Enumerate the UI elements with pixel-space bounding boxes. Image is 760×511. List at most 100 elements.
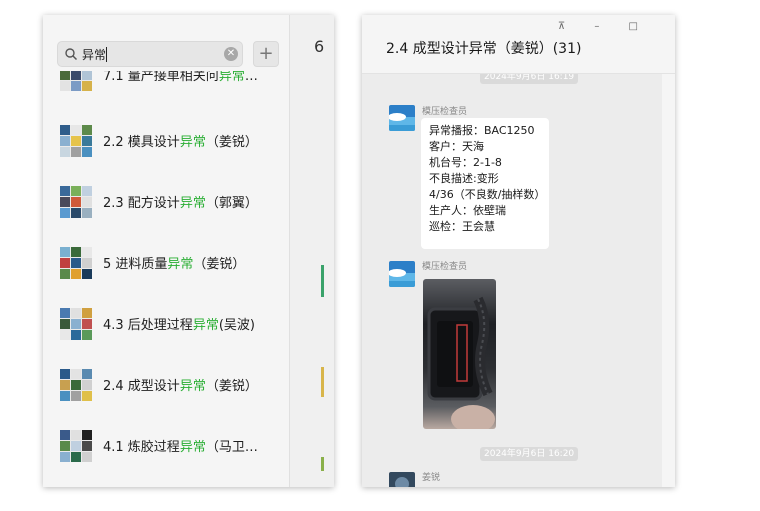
message-line: 4/36（不良数/抽样数） — [429, 188, 546, 201]
message-line: 机台号：2-1-8 — [429, 156, 502, 169]
message-line: 客户：天海 — [429, 140, 484, 153]
avatar-tile — [82, 269, 92, 279]
avatar-tile — [60, 269, 70, 279]
search-result-item[interactable]: 2.4 成型设计异常（姜锐） — [43, 355, 289, 415]
result-title: 2.4 成型设计异常（姜锐） — [103, 375, 279, 395]
search-input[interactable] — [82, 45, 212, 63]
window-controls[interactable]: ⊼ – □ — [558, 21, 651, 32]
title-text: 4.1 炼胶过程 — [103, 440, 180, 455]
group-avatar — [60, 247, 92, 279]
search-icon — [65, 48, 78, 61]
avatar-tile — [60, 258, 70, 268]
sender-avatar[interactable] — [389, 261, 415, 287]
group-avatar — [60, 369, 92, 401]
search-result-item[interactable]: 4.3 后处理过程异常(吴波) — [43, 294, 289, 354]
sender-avatar[interactable] — [389, 105, 415, 131]
avatar-tile — [82, 369, 92, 379]
avatar-image — [389, 472, 415, 487]
highlighted-match: 异常 — [218, 71, 245, 84]
avatar-tile — [71, 452, 81, 462]
avatar-tile — [71, 430, 81, 440]
search-result-item[interactable]: 7.1 量产接单相关问异常… — [43, 71, 289, 105]
title-text: （姜锐） — [205, 379, 258, 394]
message-bubble[interactable]: 异常播报：BAC1250 客户：天海 机台号：2-1-8 不良描述:变形 4/3… — [421, 118, 549, 249]
avatar-tile — [60, 330, 70, 340]
avatar-tile — [82, 247, 92, 257]
chat-title: 2.4 成型设计异常（姜锐）(31) — [386, 41, 582, 57]
avatar-tile — [82, 81, 92, 91]
avatar-tile — [82, 186, 92, 196]
title-text: （姜锐） — [193, 257, 246, 272]
avatar-tile — [60, 452, 70, 462]
search-result-item[interactable]: 2.2 模具设计异常（姜锐） — [43, 111, 289, 171]
message-line: 巡检：王会慧 — [429, 220, 495, 233]
avatar-tile — [60, 186, 70, 196]
avatar-tile — [60, 441, 70, 451]
avatar-tile — [82, 330, 92, 340]
title-text: … — [244, 71, 258, 84]
highlighted-match: 异常 — [179, 196, 206, 211]
avatar-tile — [60, 71, 70, 80]
highlighted-match: 异常 — [179, 135, 206, 150]
avatar-tile — [71, 71, 81, 80]
avatar-tile — [60, 208, 70, 218]
text-caret — [106, 47, 107, 62]
search-result-item[interactable]: 5 进料质量异常（姜锐） — [43, 233, 289, 293]
scrollbar[interactable] — [662, 74, 675, 487]
message-image[interactable] — [423, 279, 496, 429]
avatar-tile — [71, 330, 81, 340]
message-line: 不良描述:变形 — [429, 172, 499, 185]
sender-name: 姜锐 — [422, 473, 441, 483]
group-avatar — [60, 186, 92, 218]
avatar-image — [389, 105, 415, 131]
title-text: 2.3 配方设计 — [103, 196, 180, 211]
avatar-tile — [82, 147, 92, 157]
highlighted-match: 异常 — [179, 379, 206, 394]
search-window: ✕ + 7.1 量产接单相关问异常…2.2 模具设计异常（姜锐）2.3 配方设计… — [43, 15, 334, 487]
highlighted-match: 异常 — [167, 257, 194, 272]
message-line: 生产人：依壁瑞 — [429, 204, 506, 217]
sender-name: 模压检查员 — [422, 107, 468, 117]
search-result-item[interactable]: 2.3 配方设计异常（郭翼） — [43, 172, 289, 232]
clear-search-icon[interactable]: ✕ — [224, 47, 238, 61]
avatar-tile — [82, 308, 92, 318]
add-button[interactable]: + — [253, 41, 279, 67]
avatar-tile — [60, 81, 70, 91]
avatar-tile — [71, 186, 81, 196]
avatar-tile — [71, 258, 81, 268]
avatar-tile — [82, 197, 92, 207]
title-text: 7.1 量产接单相关问 — [103, 71, 219, 84]
avatar-tile — [60, 308, 70, 318]
title-text: 2.4 成型设计 — [103, 379, 180, 394]
sender-avatar[interactable] — [389, 472, 415, 487]
peek-accent — [321, 367, 324, 397]
avatar-tile — [82, 71, 92, 80]
avatar-tile — [60, 380, 70, 390]
group-avatar — [60, 430, 92, 462]
avatar-tile — [82, 125, 92, 135]
search-results-list: 7.1 量产接单相关问异常… 2.2 模具设计异常（姜锐） 2.3 配方设计异常（郭… — [43, 71, 289, 487]
result-title: 5 进料质量异常（姜锐） — [103, 253, 279, 273]
timestamp: 2024年9月6日 16:19 — [480, 74, 579, 84]
highlighted-match: 异常 — [192, 318, 219, 333]
search-result-item[interactable]: 4.1 炼胶过程异常（马卫… — [43, 416, 289, 476]
search-box[interactable]: ✕ — [57, 41, 243, 67]
avatar-tile — [82, 319, 92, 329]
group-avatar — [60, 125, 92, 157]
avatar-tile — [60, 147, 70, 157]
message-list[interactable]: 2024年9月6日 16:19 模压检查员 异常播报：BAC1250 客户：天海… — [362, 74, 662, 487]
avatar-tile — [60, 136, 70, 146]
avatar-tile — [71, 380, 81, 390]
avatar-tile — [71, 208, 81, 218]
title-text: 4.3 后处理过程 — [103, 318, 193, 333]
avatar-tile — [60, 125, 70, 135]
title-text: 2.2 模具设计 — [103, 135, 180, 150]
group-avatar — [60, 71, 92, 91]
peek-accent — [321, 457, 324, 471]
avatar-tile — [71, 81, 81, 91]
avatar-tile — [60, 430, 70, 440]
avatar-tile — [60, 247, 70, 257]
message-line: 异常播报：BAC1250 — [429, 124, 535, 137]
avatar-tile — [60, 391, 70, 401]
title-text: 5 进料质量 — [103, 257, 168, 272]
